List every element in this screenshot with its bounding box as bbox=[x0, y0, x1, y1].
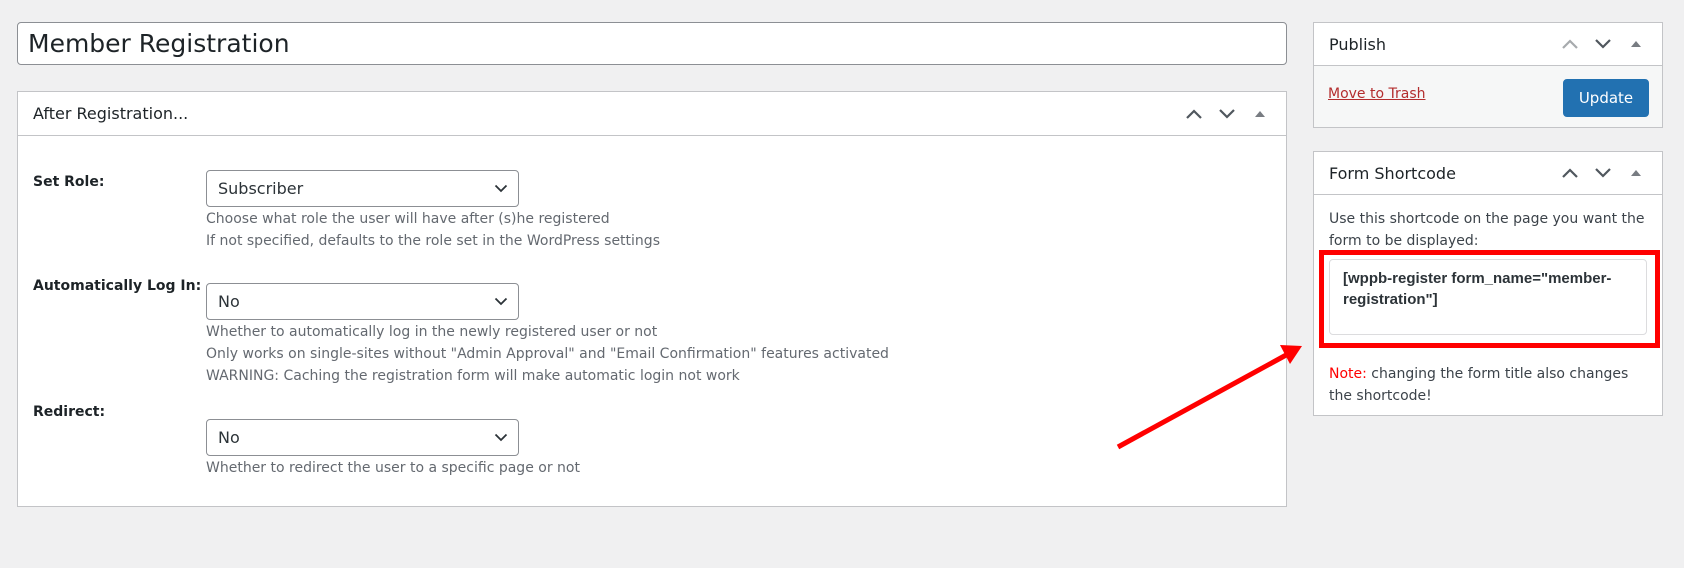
note-text: changing the form title also changes the… bbox=[1329, 366, 1629, 404]
metabox-title: After Registration... bbox=[33, 104, 189, 123]
toggle-panel-button[interactable] bbox=[1243, 96, 1276, 132]
metabox-title: Publish bbox=[1329, 34, 1387, 54]
auto-login-select[interactable]: No bbox=[206, 283, 519, 320]
metabox-header: After Registration... bbox=[18, 92, 1286, 136]
auto-login-description: Whether to automatically log in the newl… bbox=[206, 321, 889, 387]
shortcode-instructions: Use this shortcode on the page you want … bbox=[1329, 211, 1645, 249]
description-line: If not specified, defaults to the role s… bbox=[206, 233, 660, 249]
handle-actions bbox=[1553, 152, 1652, 194]
toggle-panel-button[interactable] bbox=[1619, 26, 1652, 62]
chevron-up-icon bbox=[1185, 108, 1202, 119]
toggle-panel-button[interactable] bbox=[1619, 155, 1652, 191]
move-down-button[interactable] bbox=[1210, 96, 1243, 132]
form-shortcode-metabox: Form Shortcode Use this shortcode on the… bbox=[1313, 151, 1663, 416]
set-role-label: Set Role: bbox=[33, 174, 105, 190]
chevron-down-icon bbox=[1218, 108, 1235, 119]
move-down-button[interactable] bbox=[1586, 26, 1619, 62]
move-up-button[interactable] bbox=[1553, 155, 1586, 191]
triangle-up-icon bbox=[1254, 110, 1265, 117]
update-button[interactable]: Update bbox=[1563, 79, 1649, 117]
publish-metabox: Publish Move to Trash Update bbox=[1313, 22, 1663, 128]
auto-login-value: No bbox=[218, 292, 240, 311]
description-line: WARNING: Caching the registration form w… bbox=[206, 368, 740, 384]
set-role-value: Subscriber bbox=[218, 179, 304, 198]
after-registration-metabox: After Registration... Set Role: Subscrib… bbox=[17, 91, 1287, 507]
chevron-down-icon bbox=[494, 297, 508, 306]
note-label: Note: bbox=[1329, 366, 1367, 382]
redirect-label: Redirect: bbox=[33, 404, 106, 420]
metabox-header: Form Shortcode bbox=[1314, 152, 1662, 195]
move-up-button[interactable] bbox=[1177, 96, 1210, 132]
move-down-button[interactable] bbox=[1586, 155, 1619, 191]
auto-login-label: Automatically Log In: bbox=[33, 278, 202, 294]
move-up-button[interactable] bbox=[1553, 26, 1586, 62]
shortcode-note: Note: changing the form title also chang… bbox=[1329, 363, 1649, 407]
publish-actions: Move to Trash Update bbox=[1314, 66, 1662, 127]
set-role-select[interactable]: Subscriber bbox=[206, 170, 519, 207]
redirect-select[interactable]: No bbox=[206, 419, 519, 456]
chevron-down-icon bbox=[1594, 168, 1611, 178]
chevron-up-icon bbox=[1561, 168, 1578, 178]
chevron-down-icon bbox=[1594, 39, 1611, 49]
chevron-up-icon bbox=[1561, 39, 1578, 49]
redirect-value: No bbox=[218, 428, 240, 447]
description-line: Whether to automatically log in the newl… bbox=[206, 324, 658, 340]
description-line: Whether to redirect the user to a specif… bbox=[206, 460, 580, 476]
description-line: Choose what role the user will have afte… bbox=[206, 211, 610, 227]
triangle-up-icon bbox=[1630, 41, 1641, 47]
description-line: Only works on single-sites without "Admi… bbox=[206, 346, 889, 362]
shortcode-textarea[interactable]: [wppb-register form_name="member-registr… bbox=[1329, 259, 1647, 335]
redirect-description: Whether to redirect the user to a specif… bbox=[206, 457, 580, 479]
move-to-trash-link[interactable]: Move to Trash bbox=[1328, 86, 1426, 102]
chevron-down-icon bbox=[494, 433, 508, 442]
handle-actions bbox=[1177, 92, 1276, 135]
form-title-input[interactable] bbox=[17, 22, 1287, 65]
triangle-up-icon bbox=[1630, 170, 1641, 176]
set-role-description: Choose what role the user will have afte… bbox=[206, 208, 660, 252]
handle-actions bbox=[1553, 23, 1652, 65]
metabox-title: Form Shortcode bbox=[1329, 163, 1456, 183]
metabox-header: Publish bbox=[1314, 23, 1662, 66]
chevron-down-icon bbox=[494, 184, 508, 193]
